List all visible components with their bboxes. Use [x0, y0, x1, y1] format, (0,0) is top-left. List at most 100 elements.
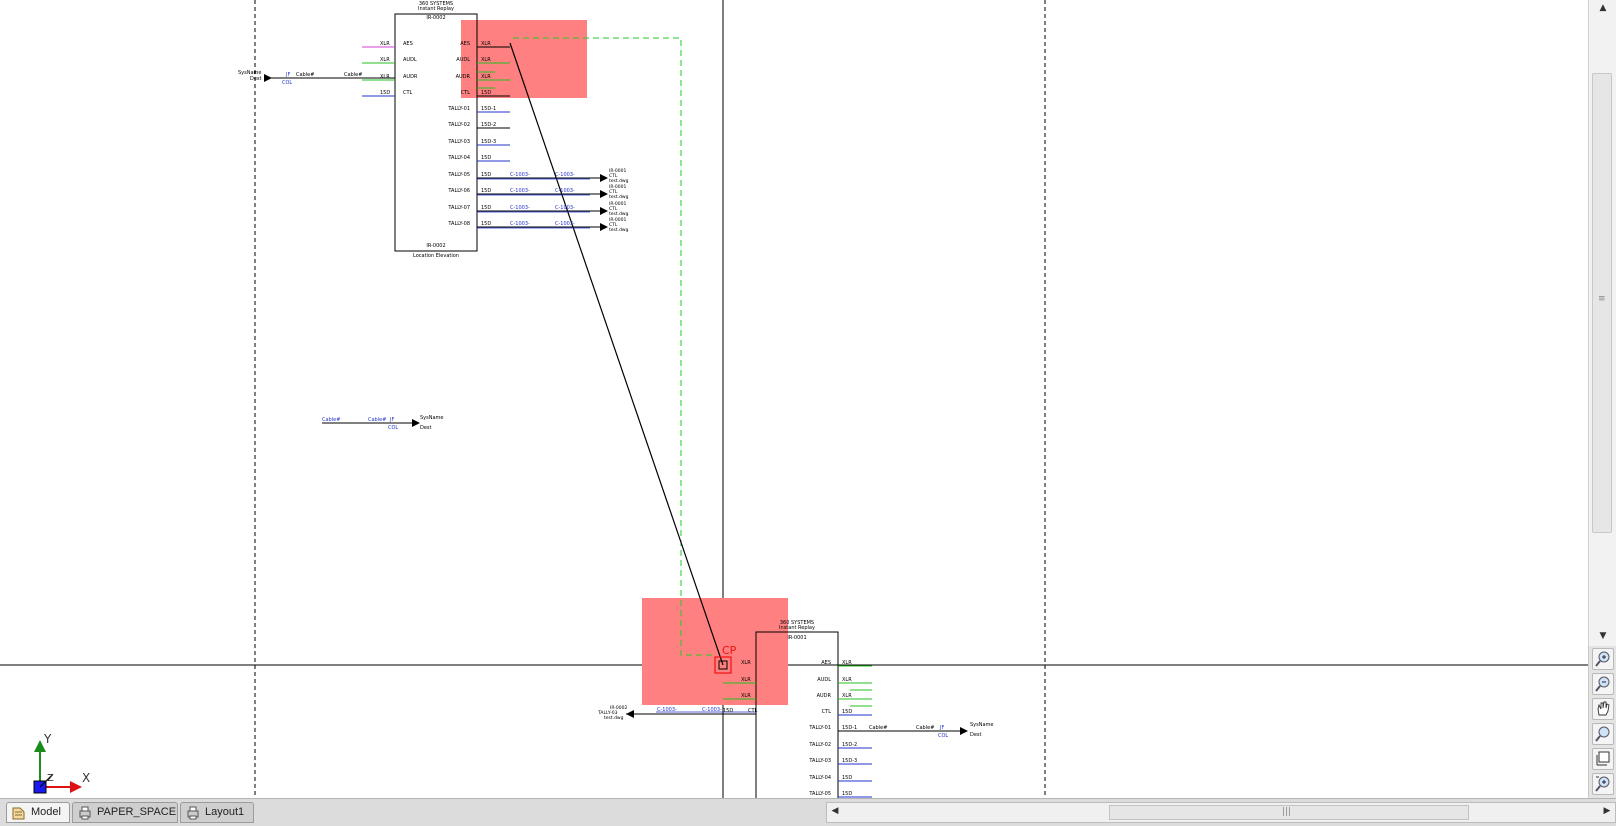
top-right-type-label: XLR — [481, 41, 491, 47]
model-tab-icon — [12, 807, 25, 820]
col-label: COL — [938, 733, 948, 739]
zoom-in-button[interactable] — [1592, 648, 1614, 670]
offpage-ref-label: test.dwg — [609, 194, 629, 200]
scroll-left-icon[interactable]: ◀ — [829, 806, 841, 816]
ucs-y-label: Y — [43, 732, 52, 746]
scroll-down-icon[interactable]: ▼ — [1597, 630, 1609, 642]
ucs-x-arrow-icon — [70, 781, 82, 793]
tab-model[interactable]: Model — [6, 802, 70, 823]
bottom-right-type-label: 15D-1 — [842, 725, 857, 731]
zoom-window-icon — [1595, 726, 1610, 742]
zoom-extents-button[interactable] — [1592, 748, 1614, 770]
navigation-bar — [1588, 646, 1616, 798]
top-right-pin-label: TALLY-02 — [447, 122, 470, 128]
cable-label: Cable# — [296, 72, 314, 78]
zoom-out-button[interactable] — [1592, 673, 1614, 695]
offpage-arrow-icon — [600, 223, 608, 231]
top-right-pin-label: AUDL — [456, 57, 470, 63]
offpage-arrow-icon — [626, 710, 634, 718]
offpage-arrow-icon — [960, 727, 968, 735]
top-left-pin-label: CTL — [403, 90, 413, 96]
horizontal-scroll-thumb[interactable]: ||| — [1109, 805, 1469, 820]
cable-id-label: C-1003- — [555, 172, 575, 178]
pan-button[interactable] — [1592, 698, 1614, 720]
top-block-tag: IR-0002 — [426, 15, 445, 21]
offpage-ref-label: test.dwg — [609, 211, 629, 217]
cable-label: Cable# — [916, 725, 934, 731]
tab-layout1-label: Layout1 — [205, 806, 245, 818]
horizontal-scrollbar[interactable]: ◀ ||| ▶ — [826, 802, 1616, 823]
scroll-up-icon[interactable]: ▲ — [1597, 2, 1609, 14]
vertical-scrollbar[interactable]: ▲ ≡ ▼ — [1588, 0, 1616, 646]
zoom-in-icon — [1595, 651, 1610, 667]
top-left-type-label: XLR — [380, 41, 390, 47]
ctl-pin-label: CTL — [748, 708, 758, 714]
bottom-right-type-label: 15D — [842, 775, 852, 781]
top-block-subheader: Instant Replay — [418, 6, 454, 12]
top-left-pin-label: AUDL — [403, 57, 417, 63]
offpage-arrow-icon — [264, 74, 272, 82]
bottom-right-pin-label: AUDL — [817, 677, 831, 683]
top-right-type-label: 15D — [481, 155, 491, 161]
offpage-arrow-icon — [412, 419, 420, 427]
highlight-region-bottom — [642, 598, 788, 705]
tab-layout1[interactable]: Layout1 — [180, 802, 254, 823]
top-right-type-label: 15D — [481, 90, 491, 96]
drawing-svg[interactable]: 360 SYSTEMS Instant Replay IR-0002 IR-00… — [0, 0, 1588, 798]
zoom-realtime-button[interactable] — [1592, 773, 1614, 795]
bottom-right-type-label: XLR — [842, 677, 852, 683]
tally-cable-runs[interactable]: C-1003- C-1003- C-1003- C-1003- C-1003- … — [477, 172, 608, 231]
scroll-grip-icon: ||| — [1282, 807, 1292, 817]
dest-label: Dest — [970, 732, 982, 738]
top-right-pin-label: TALLY-07 — [447, 205, 470, 211]
col-label: COL — [388, 425, 398, 431]
bottom-left-type-label: XLR — [741, 660, 751, 666]
paper-space-tab-icon — [79, 806, 91, 820]
top-right-pin-label: TALLY-06 — [447, 188, 470, 194]
cable-label: Cable# — [869, 725, 887, 731]
zoom-realtime-icon — [1595, 776, 1610, 792]
drawing-canvas[interactable]: 360 SYSTEMS Instant Replay IR-0002 IR-00… — [0, 0, 1588, 798]
top-left-pin-label: AES — [403, 41, 413, 47]
tab-model-label: Model — [31, 806, 61, 818]
bottom-right-wires[interactable] — [838, 665, 960, 798]
zoom-out-icon — [1595, 676, 1610, 692]
drag-line — [509, 42, 724, 666]
top-left-type-label: XLR — [380, 57, 390, 63]
top-right-type-label: 15D — [481, 172, 491, 178]
bottom-right-type-label: 15D — [842, 791, 852, 797]
layout1-tab-icon — [187, 806, 199, 820]
dest-label: Dest — [250, 76, 262, 82]
cable-id-label: C-1003- — [555, 188, 575, 194]
tab-paper-space-label: PAPER_SPACE — [97, 806, 177, 818]
bottom-right-pin-label: TALLY-02 — [808, 742, 831, 748]
top-right-type-label: 15D — [481, 205, 491, 211]
tab-paper-space[interactable]: PAPER_SPACE — [72, 802, 178, 823]
cable-id-label: C-1003- — [510, 172, 530, 178]
top-right-type-label: XLR — [481, 57, 491, 63]
bottom-input-cable[interactable]: IR-0002 TALLY-03 test.dwg C-1003- C-1003… — [597, 705, 758, 721]
cable-label: Cable# — [344, 72, 362, 78]
jf-label: JF — [285, 72, 290, 78]
top-right-type-label: 15D-3 — [481, 139, 496, 145]
offpage-ref-label: test.dwg — [609, 178, 629, 184]
top-input-cable[interactable]: SysName Dest JF COL Cable# Cable# — [238, 70, 395, 86]
vertical-scroll-thumb[interactable]: ≡ — [1592, 73, 1612, 533]
scroll-right-icon[interactable]: ▶ — [1601, 806, 1613, 816]
top-right-type-label: 15D-1 — [481, 106, 496, 112]
top-right-type-label: 15D-2 — [481, 122, 496, 128]
top-right-pin-label: TALLY-05 — [447, 172, 470, 178]
top-block-location: Location Elevation — [413, 253, 459, 259]
bottom-right-pin-label: CTL — [822, 709, 832, 715]
snap-marker-label: CP — [722, 644, 737, 657]
top-right-pin-label: AUDR — [456, 74, 471, 80]
floating-cable-tag[interactable]: Cable# Cable# JF COL SysName Dest — [322, 415, 444, 431]
highlight-region-top — [461, 20, 587, 98]
zoom-extents-icon — [1596, 751, 1610, 766]
zoom-window-button[interactable] — [1592, 723, 1614, 745]
ucs-x-label: X — [82, 771, 90, 785]
cable-id-label: C-1003- — [555, 205, 575, 211]
bottom-right-type-label: XLR — [842, 660, 852, 666]
dest-label: Dest — [420, 425, 432, 431]
bottom-left-type-label: XLR — [741, 693, 751, 699]
